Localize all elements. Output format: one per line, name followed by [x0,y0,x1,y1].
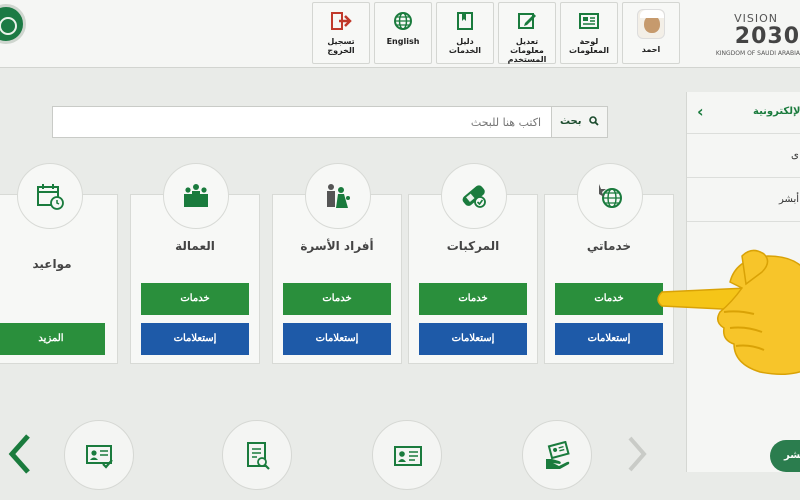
card-vehicles: المركبات خدمات إستعلامات [408,163,538,364]
id-card-icon [394,446,422,466]
chevron-right-icon [628,436,647,472]
card-labor: العمالة خدمات إستعلامات [130,163,260,364]
globe-icon [599,184,622,208]
id-card-hand-icon [546,441,570,469]
search-icon [589,116,599,126]
services-button[interactable]: خدمات [555,283,663,315]
inquiries-button[interactable]: إستعلامات [141,323,249,355]
pointing-hand-icon [657,249,800,375]
quick-service-item[interactable] [522,420,592,490]
globe-icon [394,12,412,30]
card-circle [441,163,507,229]
chevron-left-icon[interactable]: ‹ [697,102,704,121]
user-name: احمد [641,45,661,54]
user-profile-button[interactable]: احمد [622,2,680,64]
more-button[interactable]: المزيد [0,323,105,355]
logout-icon [331,12,352,30]
document-search-icon [247,442,270,470]
inquiries-button[interactable]: إستعلامات [419,323,527,355]
book-icon [457,12,473,30]
logout-button[interactable]: تسجيل الخروج [312,2,370,64]
side-menu-item[interactable]: ى [687,134,800,178]
edit-user-info-button[interactable]: تعديل معلومات المستخدم [498,2,556,64]
services-button[interactable]: خدمات [141,283,249,315]
card-title: المركبات [446,239,500,253]
card-circle [577,163,643,229]
services-guide-button[interactable]: دليل الخدمات [436,2,494,64]
services-guide-label: دليل الخدمات [448,37,482,55]
workers-icon [184,184,208,207]
avatar [637,9,665,39]
card-circle [163,163,229,229]
inquiries-button[interactable]: إستعلامات [283,323,391,355]
side-menu-header[interactable]: ‹ الإلكترونية [687,92,800,134]
carousel-prev-arrow[interactable] [6,432,34,476]
edit-user-info-label: تعديل معلومات المستخدم [507,37,547,64]
chevron-left-icon [8,434,30,474]
side-menu-title: الإلكترونية [753,106,800,117]
top-header: تسجيل الخروج English دليل الخدمات تعديل … [0,0,800,68]
search-button[interactable]: بحث [551,107,607,137]
edit-icon [518,13,536,29]
card-circle [17,163,83,229]
calendar-icon [37,184,64,210]
side-menu-item[interactable]: ت أبشر [687,178,800,222]
card-title: العمالة [175,239,215,253]
card-title: أفراد الأسرة [300,239,374,253]
search-button-label: بحث [559,116,582,127]
family-icon [327,184,350,208]
dashboard-icon [579,13,599,29]
id-card-check-icon [86,445,113,469]
absher-pill-button[interactable]: بشر [770,440,800,472]
english-label: English [386,37,420,46]
services-button[interactable]: خدمات [283,283,391,315]
quick-service-item[interactable] [372,420,442,490]
card-circle [305,163,371,229]
inquiries-button[interactable]: إستعلامات [555,323,663,355]
card-appointments[interactable]: مواعيد المزيد [0,163,118,364]
services-button[interactable]: خدمات [419,283,527,315]
search-bar: بحث [52,106,608,138]
english-button[interactable]: English [374,2,432,64]
dashboard-button[interactable]: لوحة المعلومات [560,2,618,64]
carousel-next-arrow[interactable] [622,432,650,476]
vehicle-icon [462,185,486,208]
logout-label: تسجيل الخروج [327,37,355,55]
card-title: مواعيد [32,257,72,271]
quick-service-item[interactable] [222,420,292,490]
ministry-logo [0,4,26,44]
quick-service-item[interactable] [64,420,134,490]
dashboard-label: لوحة المعلومات [569,37,609,55]
card-family-members: أفراد الأسرة خدمات إستعلامات [272,163,402,364]
search-input[interactable] [53,107,551,137]
vision-2030-logo: VISION 2030 KINGDOM OF SAUDI ARABIA [715,12,800,57]
